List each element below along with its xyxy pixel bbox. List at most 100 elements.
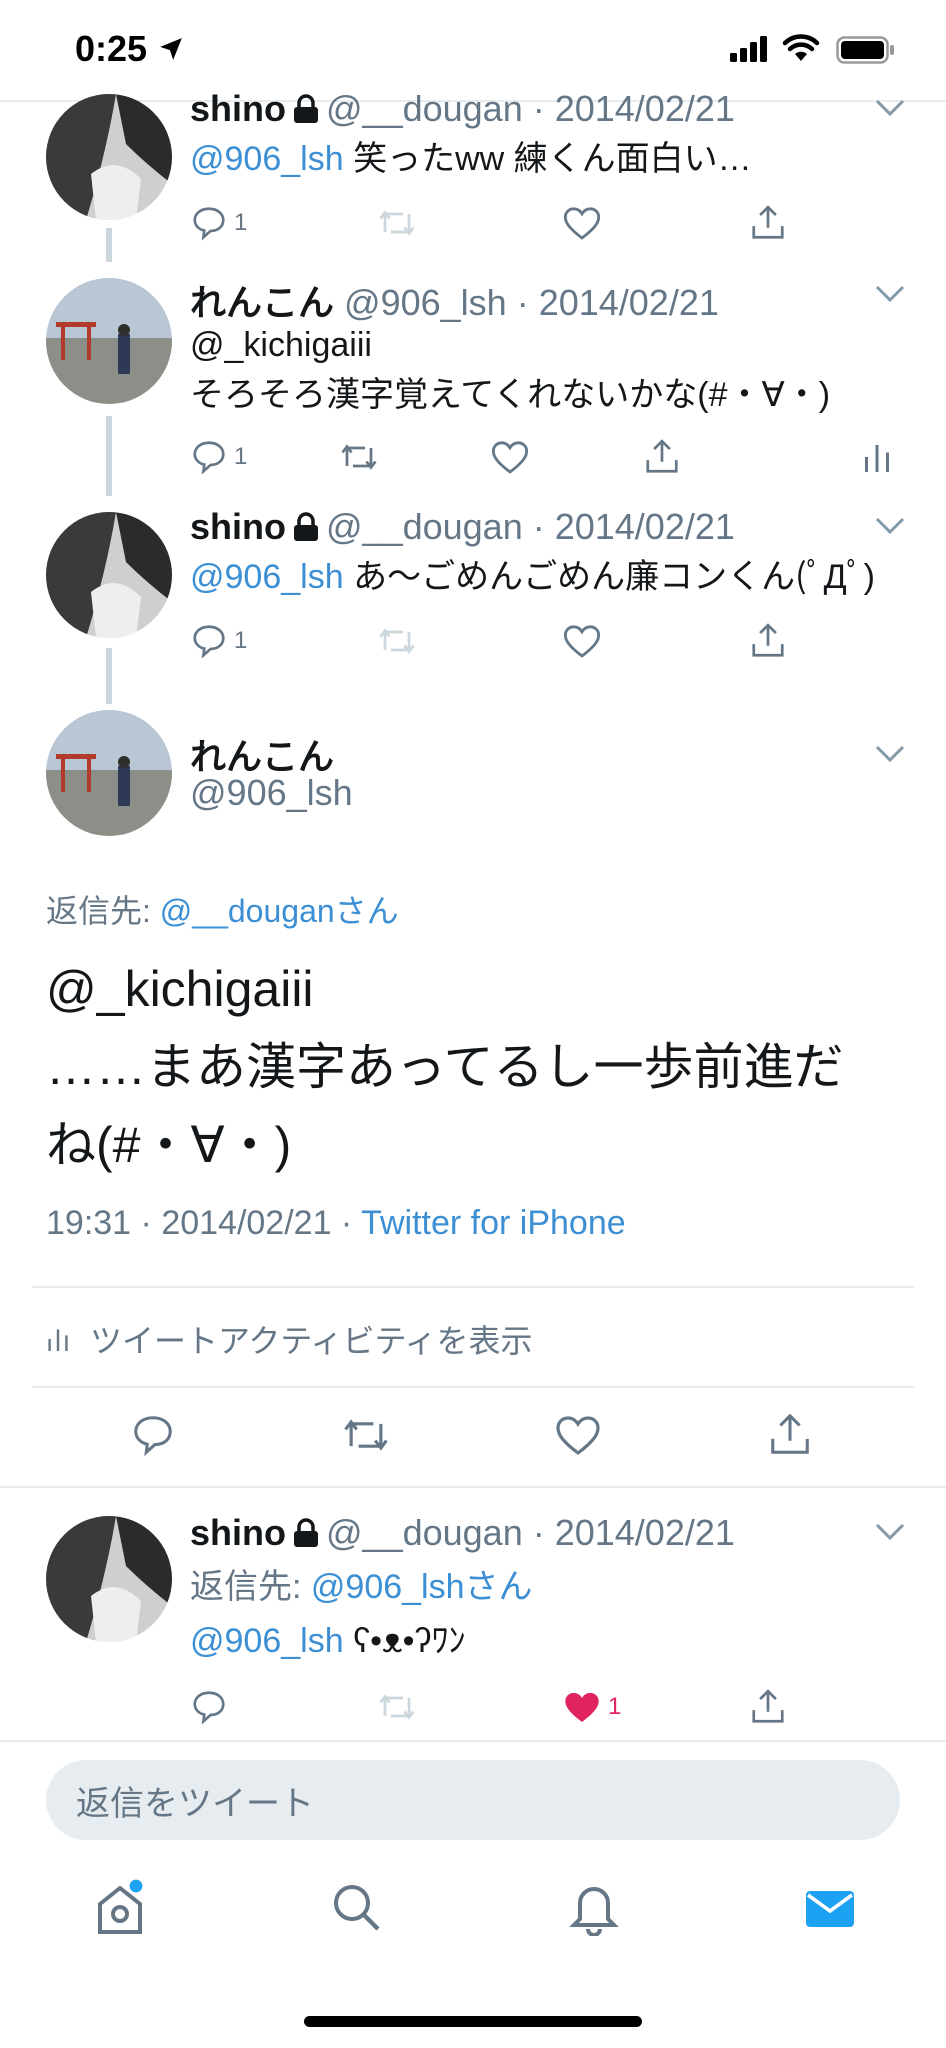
tweet-meta: 19:31 · 2014/02/21 · Twitter for iPhone bbox=[46, 1204, 626, 1242]
tweet-actions: 1 bbox=[0, 204, 946, 248]
replying-to-link[interactable]: @__douganさん bbox=[160, 893, 399, 929]
chevron-down-icon[interactable] bbox=[874, 744, 906, 764]
chevron-down-icon[interactable] bbox=[874, 1522, 906, 1542]
like-button[interactable]: 1 bbox=[562, 1688, 621, 1726]
retweet-button bbox=[376, 204, 418, 242]
retweet-icon bbox=[379, 628, 415, 654]
retweet-icon bbox=[341, 444, 377, 470]
composer-divider bbox=[0, 1740, 946, 1742]
reply-button[interactable]: 1 bbox=[190, 204, 247, 242]
tab-bar bbox=[0, 1860, 946, 1970]
share-button[interactable] bbox=[766, 1412, 814, 1458]
heart-icon bbox=[491, 441, 529, 474]
share-icon bbox=[752, 1689, 784, 1723]
chevron-down-icon[interactable] bbox=[874, 284, 906, 304]
tweet-activity-link[interactable]: ツイートアクティビティを表示 bbox=[46, 1316, 533, 1362]
tweet-date: 2014/02/21 bbox=[161, 1204, 332, 1242]
share-icon bbox=[752, 623, 784, 657]
search-icon bbox=[334, 1885, 380, 1931]
avatar[interactable] bbox=[46, 512, 172, 638]
display-name[interactable]: shino bbox=[190, 88, 286, 129]
replying-to-link[interactable]: @906_lshさん bbox=[311, 1568, 533, 1606]
tab-search[interactable] bbox=[330, 1878, 382, 1941]
lock-icon bbox=[294, 94, 318, 123]
tweet-text: @906_lsh 笑ったww 練くん面白い… bbox=[190, 140, 752, 178]
like-button[interactable] bbox=[490, 438, 530, 476]
reply-button[interactable]: 1 bbox=[190, 622, 247, 660]
reply-button[interactable] bbox=[130, 1412, 176, 1458]
like-button[interactable] bbox=[562, 204, 602, 242]
retweet-button bbox=[376, 1688, 418, 1726]
avatar[interactable] bbox=[46, 710, 172, 836]
avatar[interactable] bbox=[46, 1516, 172, 1642]
tweet-date: 2014/02/21 bbox=[554, 88, 735, 129]
chevron-down-icon[interactable] bbox=[874, 516, 906, 536]
lock-icon bbox=[294, 1518, 318, 1547]
like-button[interactable] bbox=[562, 622, 602, 660]
tweet-date: 2014/02/21 bbox=[538, 282, 719, 323]
tweet-actions: 1 bbox=[0, 438, 946, 482]
display-name[interactable]: れんこん bbox=[190, 736, 334, 777]
reply-count: 1 bbox=[234, 443, 248, 470]
tab-home[interactable] bbox=[94, 1878, 146, 1943]
notifications-icon bbox=[569, 1887, 619, 1937]
status-time: 0:25 bbox=[75, 28, 148, 69]
status-bar: 0:25 bbox=[0, 0, 946, 100]
avatar[interactable] bbox=[46, 278, 172, 404]
divider bbox=[32, 1286, 914, 1288]
share-button[interactable] bbox=[748, 204, 788, 242]
reply-count: 1 bbox=[234, 209, 248, 236]
display-name[interactable]: shino bbox=[190, 1512, 286, 1553]
divider bbox=[0, 1486, 946, 1488]
user-handle[interactable]: @906_lsh bbox=[190, 772, 353, 813]
location-arrow-icon bbox=[160, 38, 182, 60]
like-button[interactable] bbox=[554, 1412, 602, 1458]
tweet-text: @906_lsh ʕ•ᴥ•ʔﾜﾝ bbox=[190, 1622, 466, 1660]
reply-icon bbox=[134, 1416, 172, 1457]
messages-icon bbox=[806, 1891, 854, 1927]
retweet-button[interactable] bbox=[340, 1412, 392, 1458]
tweet-text: @_kichigaiii ……まあ漢字あってるし一歩前進だ ね(#・∀・) bbox=[46, 961, 844, 1173]
tweet-actions bbox=[0, 1412, 946, 1462]
tweet-actions: 1 bbox=[0, 1688, 946, 1732]
user-handle[interactable]: @__dougan bbox=[326, 506, 523, 547]
analytics-button[interactable] bbox=[862, 438, 892, 476]
user-handle[interactable]: @__dougan bbox=[326, 88, 523, 129]
tab-messages[interactable] bbox=[804, 1878, 856, 1941]
home-indicator[interactable] bbox=[304, 2016, 642, 2027]
heart-icon bbox=[556, 1416, 600, 1456]
share-button[interactable] bbox=[748, 1688, 788, 1726]
display-name[interactable]: shino bbox=[190, 506, 286, 547]
chevron-down-icon[interactable] bbox=[874, 98, 906, 118]
tweet-header: @906_lsh bbox=[190, 772, 353, 814]
reply-icon bbox=[193, 625, 225, 659]
battery-icon bbox=[836, 36, 894, 64]
reply-count: 1 bbox=[234, 627, 248, 654]
user-handle[interactable]: @__dougan bbox=[326, 1512, 523, 1553]
reply-button[interactable] bbox=[190, 1688, 228, 1726]
tweet-date: 2014/02/21 bbox=[554, 506, 735, 547]
reply-input[interactable]: 返信をツイート bbox=[46, 1760, 900, 1840]
cellular-signal-icon bbox=[730, 36, 767, 62]
analytics-icon bbox=[48, 1329, 68, 1351]
share-button[interactable] bbox=[748, 622, 788, 660]
user-handle[interactable]: @906_lsh bbox=[344, 282, 507, 323]
tweet-header: れんこん @906_lsh · 2014/02/21 bbox=[190, 282, 719, 323]
replying-to: 返信先: @906_lshさん bbox=[190, 1568, 533, 1606]
tweet-actions: 1 bbox=[0, 622, 946, 666]
tweet-header: shino @__dougan · 2014/02/21 bbox=[190, 506, 735, 547]
mention-link[interactable]: @906_lsh bbox=[190, 558, 344, 596]
retweet-icon bbox=[379, 210, 415, 236]
mention-link[interactable]: @906_lsh bbox=[190, 140, 344, 178]
display-name[interactable]: れんこん bbox=[190, 282, 334, 323]
home-icon bbox=[98, 1879, 143, 1934]
tab-notifications[interactable] bbox=[568, 1878, 620, 1941]
mention-link[interactable]: @906_lsh bbox=[190, 1622, 344, 1660]
heart-icon bbox=[563, 207, 601, 240]
tweet-source-link[interactable]: Twitter for iPhone bbox=[361, 1204, 626, 1242]
share-icon bbox=[646, 439, 678, 473]
avatar[interactable] bbox=[46, 94, 172, 220]
retweet-button[interactable] bbox=[338, 438, 380, 476]
share-button[interactable] bbox=[642, 438, 682, 476]
reply-button[interactable]: 1 bbox=[190, 438, 247, 476]
